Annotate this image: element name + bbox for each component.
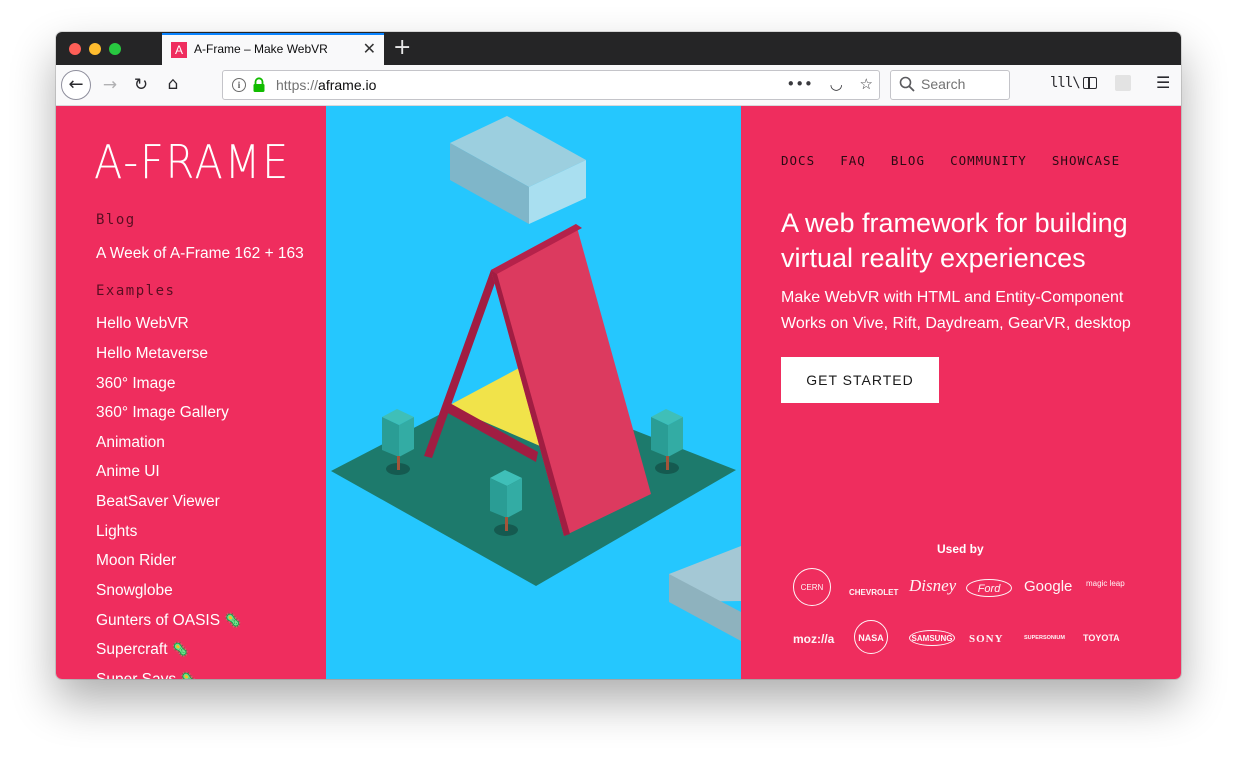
top-navigation: DOCS FAQ BLOG COMMUNITY SHOWCASE	[781, 150, 1140, 169]
supersonium-logo: SUPERSONIUM	[1024, 635, 1065, 641]
url-scheme: https://	[276, 77, 319, 93]
url-host: aframe.io	[318, 77, 377, 93]
nav-showcase[interactable]: SHOWCASE	[1052, 153, 1120, 168]
magic-leap-logo: magic leap	[1086, 579, 1125, 588]
reload-icon[interactable]: ↻	[131, 75, 151, 95]
example-link[interactable]: Gunters of OASIS 🦠	[96, 612, 242, 630]
disney-logo: Disney	[909, 576, 957, 595]
examples-heading: Examples	[96, 283, 176, 299]
hero-illustration	[326, 106, 741, 679]
toyota-logo: TOYOTA	[1083, 633, 1120, 643]
page-content: A-FRAME Blog A Week of A-Frame 162 + 163…	[56, 106, 1181, 679]
microbe-icon: 🦠	[224, 612, 242, 628]
hero-headline: A web framework for building virtual rea…	[781, 208, 1128, 273]
tab-strip: A A-Frame – Make WebVR ✕ +	[56, 32, 1181, 65]
hamburger-menu-icon[interactable]: ☰	[1156, 73, 1170, 92]
right-panel: DOCS FAQ BLOG COMMUNITY SHOWCASE A web f…	[741, 106, 1181, 679]
nav-community[interactable]: COMMUNITY	[950, 153, 1027, 168]
search-box[interactable]	[890, 70, 1010, 100]
microbe-icon: 🦠	[171, 641, 189, 657]
aframe-favicon-icon: A	[171, 42, 187, 58]
example-link[interactable]: Animation	[96, 434, 165, 452]
example-link[interactable]: Supercraft 🦠	[96, 641, 189, 659]
forward-icon[interactable]: →	[100, 75, 120, 95]
cern-logo: CERN	[793, 568, 831, 606]
close-window-button[interactable]	[69, 43, 81, 55]
url-actions: ••• ◡ ☆	[774, 75, 873, 93]
example-link[interactable]: 360° Image	[96, 375, 175, 393]
hero-subline-2: Works on Vive, Rift, Daydream, GearVR, d…	[781, 315, 1131, 332]
url-text[interactable]: https://aframe.io	[276, 77, 376, 93]
get-started-button[interactable]: GET STARTED	[781, 357, 939, 403]
sidebar-toggle-icon[interactable]	[1083, 77, 1097, 89]
search-input[interactable]	[921, 76, 1005, 92]
nav-faq[interactable]: FAQ	[840, 153, 866, 168]
navigation-toolbar: ← → ↻ ⌂ i https://aframe.io ••• ◡ ☆ lll\	[56, 65, 1181, 106]
used-by-label: Used by	[937, 542, 984, 556]
microbe-icon: 🦠	[180, 671, 198, 679]
sony-logo: SONY	[969, 633, 1004, 645]
minimize-window-button[interactable]	[89, 43, 101, 55]
extension-icon[interactable]	[1115, 75, 1131, 91]
active-tab[interactable]: A A-Frame – Make WebVR ✕	[162, 33, 384, 65]
new-tab-icon[interactable]: +	[393, 35, 411, 60]
google-logo: Google	[1024, 578, 1073, 595]
blog-post-link[interactable]: A Week of A-Frame 162 + 163	[96, 245, 304, 263]
example-link[interactable]: Lights	[96, 523, 137, 541]
blog-heading: Blog	[96, 212, 136, 228]
page-actions-icon[interactable]: •••	[786, 75, 813, 93]
example-link[interactable]: Super Says 🦠	[96, 671, 198, 679]
pocket-icon[interactable]: ◡	[830, 75, 843, 93]
close-tab-icon[interactable]: ✕	[363, 39, 376, 58]
isometric-a-illustration	[331, 116, 741, 641]
search-icon	[899, 76, 915, 92]
info-icon[interactable]: i	[232, 78, 246, 92]
example-link[interactable]: Moon Rider	[96, 552, 176, 570]
library-icon[interactable]: lll\	[1050, 75, 1081, 91]
browser-window: A A-Frame – Make WebVR ✕ + ← → ↻ ⌂ i htt…	[56, 32, 1181, 679]
example-link[interactable]: Hello Metaverse	[96, 345, 208, 363]
example-link[interactable]: Snowglobe	[96, 582, 173, 600]
mozilla-logo: moz://a	[793, 632, 835, 646]
back-icon[interactable]: ←	[61, 70, 91, 100]
tab-title: A-Frame – Make WebVR	[194, 42, 328, 56]
example-link[interactable]: Hello WebVR	[96, 315, 189, 333]
example-label: Super Says	[96, 671, 176, 679]
chevrolet-logo: CHEVROLET	[849, 588, 899, 597]
lock-icon	[253, 77, 265, 92]
maximize-window-button[interactable]	[109, 43, 121, 55]
example-label: Gunters of OASIS	[96, 612, 221, 629]
bookmark-star-icon[interactable]: ☆	[860, 75, 873, 93]
nasa-logo: NASA	[854, 620, 888, 654]
left-sidebar: A-FRAME Blog A Week of A-Frame 162 + 163…	[56, 106, 326, 679]
url-bar[interactable]: i https://aframe.io ••• ◡ ☆	[222, 70, 880, 100]
hero-subline-1: Make WebVR with HTML and Entity-Componen…	[781, 289, 1124, 306]
aframe-logo[interactable]: A-FRAME	[94, 136, 290, 188]
example-link[interactable]: 360° Image Gallery	[96, 404, 229, 422]
nav-blog[interactable]: BLOG	[891, 153, 925, 168]
home-icon[interactable]: ⌂	[163, 74, 183, 94]
example-link[interactable]: BeatSaver Viewer	[96, 493, 220, 511]
nav-docs[interactable]: DOCS	[781, 153, 815, 168]
example-link[interactable]: Anime UI	[96, 463, 160, 481]
ford-logo: Ford	[966, 579, 1012, 597]
example-label: Supercraft	[96, 641, 168, 658]
samsung-logo: SAMSUNG	[909, 630, 955, 646]
